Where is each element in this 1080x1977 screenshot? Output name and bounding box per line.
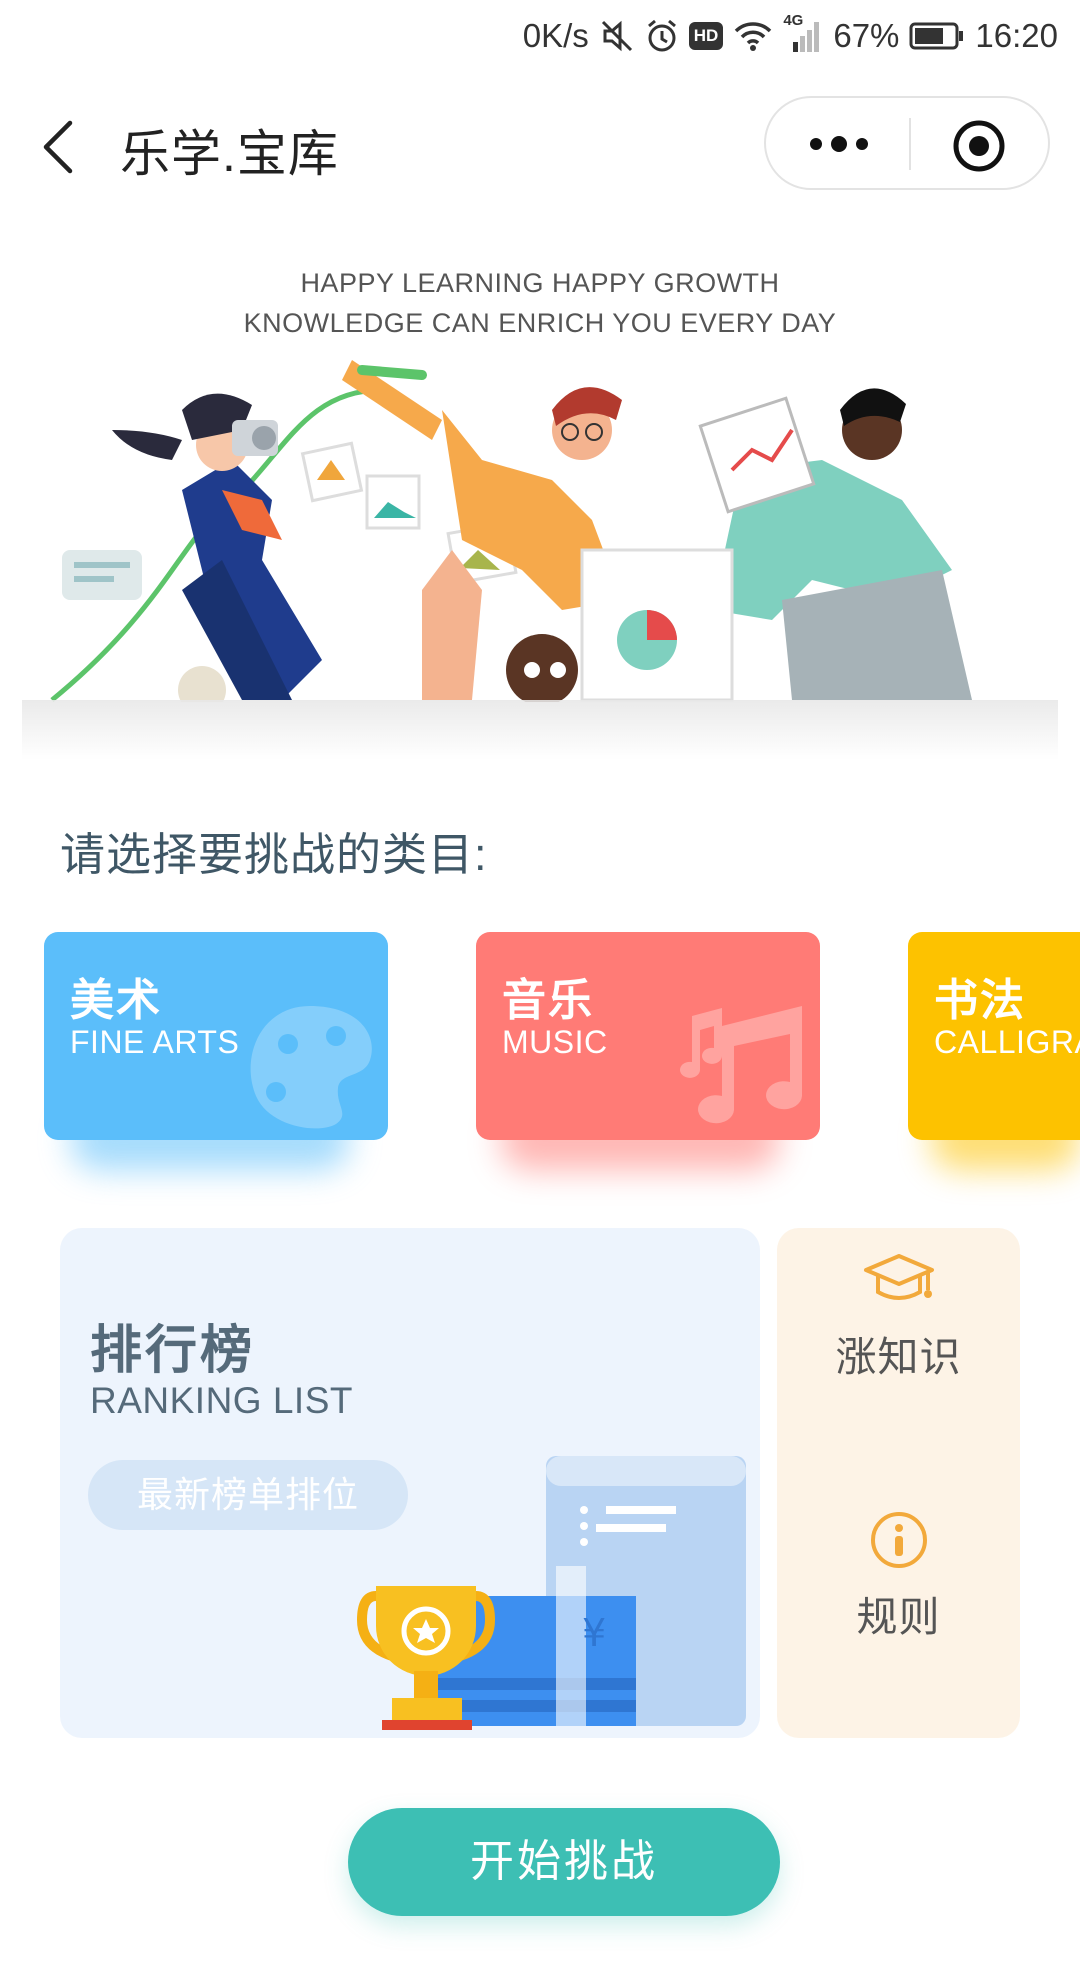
alarm-icon <box>647 19 676 52</box>
navigation-bar: 乐学.宝库 <box>0 72 1080 222</box>
trophy-illustration: ¥ <box>356 1456 746 1730</box>
info-icon <box>870 1512 927 1568</box>
hero-illustration <box>50 360 972 702</box>
ranking-title-en: RANKING LIST <box>90 1380 353 1421</box>
back-arrow-icon[interactable] <box>36 117 80 177</box>
cellular-signal-icon: 4G <box>783 12 823 54</box>
category-music-cn: 音乐 <box>502 976 594 1025</box>
music-note-icon <box>680 1006 802 1124</box>
category-calligraphy-en: CALLIGRAPHY <box>934 1024 1080 1060</box>
hero-tagline-1: HAPPY LEARNING HAPPY GROWTH <box>300 268 780 298</box>
category-fine-arts-en: FINE ARTS <box>70 1024 240 1060</box>
ranking-title-cn: 排行榜 <box>90 1322 256 1380</box>
close-target-icon[interactable] <box>951 118 1007 174</box>
ranking-card[interactable]: 排行榜 RANKING LIST 最新榜单排位 ¥ <box>60 1228 760 1738</box>
capsule-divider <box>909 118 911 170</box>
hd-badge-icon: HD <box>688 22 724 50</box>
category-music[interactable]: 音乐 MUSIC <box>476 932 820 1140</box>
mini-program-capsule <box>764 96 1050 190</box>
knowledge-entry[interactable]: 涨知识 <box>777 1250 1020 1383</box>
network-speed: 0K/s <box>522 17 589 54</box>
category-music-en: MUSIC <box>502 1024 608 1060</box>
category-calligraphy-cn: 书法 <box>934 976 1026 1025</box>
rules-label: 规则 <box>856 1594 941 1640</box>
battery-icon <box>909 22 964 50</box>
currency-symbol: ¥ <box>582 1611 606 1655</box>
more-icon[interactable] <box>804 118 874 170</box>
wifi-icon <box>735 22 772 51</box>
category-fine-arts-cn: 美术 <box>70 976 162 1025</box>
mute-icon <box>601 20 632 52</box>
category-prompt: 请选择要挑战的类目: <box>60 829 488 880</box>
clock: 16:20 <box>975 17 1058 54</box>
side-menu-card: 涨知识 规则 <box>777 1228 1020 1738</box>
hero-shadow <box>22 700 1058 760</box>
category-calligraphy[interactable]: 书法 CALLIGRAPHY <box>908 932 1080 1140</box>
page-title: 乐学.宝库 <box>120 126 339 182</box>
knowledge-label: 涨知识 <box>835 1334 962 1380</box>
graduation-cap-icon <box>863 1254 934 1300</box>
status-bar: 0K/s HD 4G 67% 16:20 <box>0 0 1080 72</box>
hero-tagline-2: KNOWLEDGE CAN ENRICH YOU EVERY DAY <box>243 308 837 338</box>
palette-icon <box>250 1006 372 1129</box>
battery-percent: 67% <box>833 17 900 54</box>
category-fine-arts[interactable]: 美术 FINE ARTS <box>44 932 388 1140</box>
rules-entry[interactable]: 规则 <box>777 1510 1020 1643</box>
start-challenge-button[interactable]: 开始挑战 <box>348 1808 780 1916</box>
